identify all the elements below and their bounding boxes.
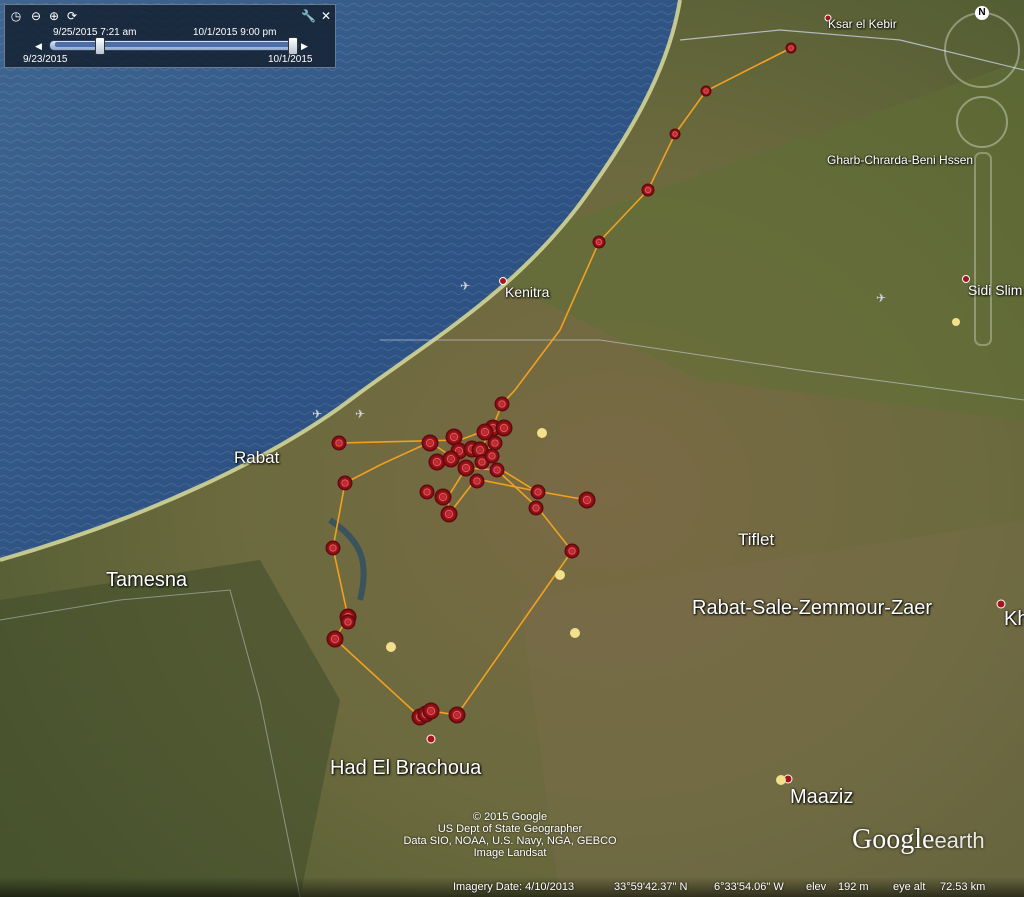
end-time-label: 10/1/2015 9:00 pm xyxy=(193,27,277,38)
track-point-marker[interactable] xyxy=(528,500,544,516)
track-point-marker[interactable] xyxy=(326,630,344,648)
zoom-in-time-icon[interactable]: ⊕ xyxy=(47,9,61,23)
track-point-marker[interactable] xyxy=(495,419,513,437)
zoom-out-time-icon[interactable]: ⊖ xyxy=(29,9,43,23)
svg-text:✈: ✈ xyxy=(355,407,365,421)
credit-line: Data SIO, NOAA, U.S. Navy, NGA, GEBCO xyxy=(403,835,617,847)
play-loop-icon[interactable]: ⟳ xyxy=(65,9,79,23)
track-point-marker[interactable] xyxy=(331,435,347,451)
range-start-label: 9/23/2015 xyxy=(23,54,68,65)
place-label-maaziz: Maaziz xyxy=(790,786,854,808)
credit-line: © 2015 Google xyxy=(472,811,548,823)
north-icon[interactable]: N xyxy=(975,6,989,20)
track-point-marker[interactable] xyxy=(489,462,505,478)
wrench-settings-icon[interactable]: 🔧 xyxy=(301,9,316,23)
track-point-marker[interactable] xyxy=(419,484,435,500)
track-point-marker[interactable] xyxy=(669,128,681,140)
track-point-marker[interactable] xyxy=(641,183,655,197)
track-point-marker[interactable] xyxy=(564,543,580,559)
track-point-marker[interactable] xyxy=(457,459,475,477)
time-range-fill xyxy=(55,42,293,47)
time-slider-panel: ◷ ⊖ ⊕ ⟳ 🔧 ✕ 9/25/2015 7:21 am 10/1/2015 … xyxy=(4,4,336,68)
place-label-kenitra: Kenitra xyxy=(505,284,550,300)
track-point-marker[interactable] xyxy=(578,491,596,509)
track-point-marker[interactable] xyxy=(448,706,466,724)
track-point-marker[interactable] xyxy=(434,488,452,506)
look-joystick[interactable] xyxy=(944,12,1020,88)
map-credits: © 2015 Google US Dept of State Geographe… xyxy=(380,811,640,859)
elevation-label: elev xyxy=(806,881,827,893)
step-forward-icon[interactable]: ▶ xyxy=(301,41,308,52)
begin-thumb[interactable] xyxy=(95,37,105,55)
step-back-icon[interactable]: ◀ xyxy=(35,41,42,52)
track-point-marker[interactable] xyxy=(592,235,606,249)
place-label-rabat: Rabat xyxy=(234,448,280,467)
google-earth-logo: Googleearth xyxy=(852,824,985,855)
track-point-marker[interactable] xyxy=(325,540,341,556)
track-point-marker[interactable] xyxy=(530,484,546,500)
track-point-marker[interactable] xyxy=(422,702,440,720)
credit-line: US Dept of State Geographer xyxy=(437,823,583,835)
track-point-marker[interactable] xyxy=(487,435,503,451)
kh-pin-icon[interactable] xyxy=(996,599,1006,609)
move-joystick[interactable] xyxy=(956,96,1008,148)
status-bar: Imagery Date: 4/10/2013 33°59'42.37" N 6… xyxy=(0,877,1024,897)
eye-alt-value: 72.53 km xyxy=(940,881,986,893)
track-point-marker[interactable] xyxy=(469,473,485,489)
had-pin-icon[interactable] xyxy=(426,734,436,744)
track-point-marker[interactable] xyxy=(484,448,500,464)
elevation-value: 192 m xyxy=(838,881,869,893)
credit-line: Image Landsat xyxy=(473,847,547,859)
track-point-marker[interactable] xyxy=(700,85,712,97)
track-point-marker[interactable] xyxy=(440,505,458,523)
place-label-ksar: Ksar el Kebir xyxy=(828,17,897,31)
longitude: 6°33'54.06" W xyxy=(714,881,784,893)
svg-text:✈: ✈ xyxy=(460,279,470,293)
eye-alt-label: eye alt xyxy=(893,881,926,893)
place-label-kh: Kh xyxy=(1004,608,1024,630)
place-label-region: Rabat-Sale-Zemmour-Zaer xyxy=(692,597,933,619)
track-point-marker[interactable] xyxy=(442,450,460,468)
imagery-date: Imagery Date: 4/10/2013 xyxy=(453,881,575,893)
track-point-marker[interactable] xyxy=(428,453,446,471)
track-point-marker[interactable] xyxy=(785,42,797,54)
svg-text:✈: ✈ xyxy=(312,407,322,421)
place-label-gharb: Gharb-Chrarda-Beni Hssen xyxy=(827,153,974,167)
end-thumb[interactable] xyxy=(288,37,298,55)
svg-text:✈: ✈ xyxy=(876,291,886,305)
track-point-marker[interactable] xyxy=(337,475,353,491)
track-point-marker[interactable] xyxy=(340,614,356,630)
zoom-slider[interactable] xyxy=(974,152,992,346)
latitude: 33°59'42.37" N xyxy=(614,881,688,893)
track-point-marker[interactable] xyxy=(421,434,439,452)
place-label-tiflet: Tiflet xyxy=(738,530,775,549)
place-label-had: Had El Brachoua xyxy=(330,757,482,779)
clock-icon[interactable]: ◷ xyxy=(9,9,23,23)
satellite-map[interactable]: ✈ ✈ ✈ ✈ xyxy=(0,0,1024,897)
track-point-marker[interactable] xyxy=(494,396,510,412)
close-icon[interactable]: ✕ xyxy=(319,9,333,23)
place-label-tamesna: Tamesna xyxy=(106,569,188,591)
range-end-label: 10/1/2015 xyxy=(268,54,313,65)
begin-time-label: 9/25/2015 7:21 am xyxy=(53,27,137,38)
